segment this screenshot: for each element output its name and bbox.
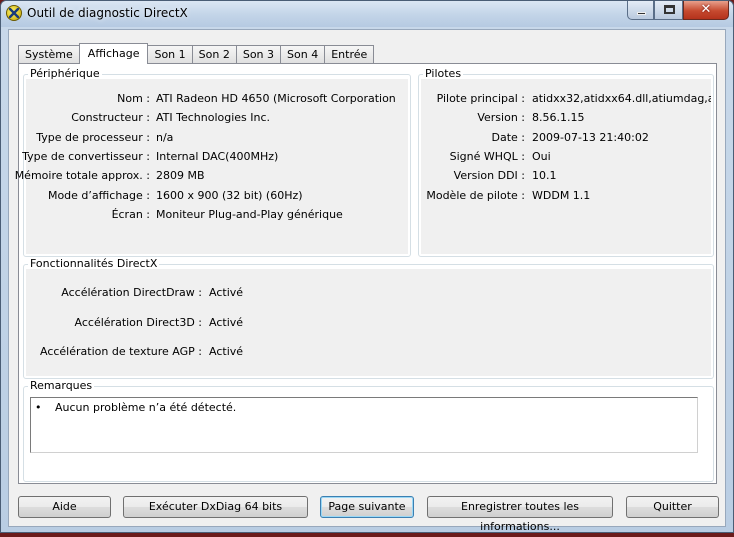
next-page-button[interactable]: Page suivante <box>320 496 414 518</box>
quit-button[interactable]: Quitter <box>626 496 719 518</box>
minimize-icon <box>637 12 646 15</box>
close-button[interactable]: ✕ <box>683 1 729 20</box>
drivers-group: Pilotes Pilote principal : atidxx32,atid… <box>418 67 714 257</box>
save-all-info-button[interactable]: Enregistrer toutes les informations... <box>427 496 613 533</box>
features-row-direct3d: Accélération Direct3D : Activé <box>74 316 244 329</box>
list-item: • Aucun problème n’a été détecté. <box>35 401 237 414</box>
device-group: Périphérique Nom : ATI Radeon HD 4650 (M… <box>14 67 411 257</box>
tab-strip: Système Affichage Son 1 Son 2 Son 3 Son … <box>18 43 375 64</box>
notes-group: Remarques • Aucun problème n’a été détect… <box>23 379 714 482</box>
help-button[interactable]: Aide <box>18 496 111 518</box>
title-bar[interactable]: Outil de diagnostic DirectX ✕ <box>1 1 733 27</box>
directx-icon <box>6 5 22 21</box>
drivers-row-whql: Signé WHQL : Oui <box>449 150 551 163</box>
device-row-dac-type: Type de convertisseur : Internal DAC(400… <box>22 150 279 163</box>
maximize-icon <box>664 5 675 14</box>
drivers-row-main-driver: Pilote principal : atidxx32,atidxx64.dll… <box>436 92 711 105</box>
features-group: Fonctionnalités DirectX Accélération Dir… <box>23 257 714 379</box>
features-row-directdraw: Accélération DirectDraw : Activé <box>61 286 244 299</box>
tab-panel-affichage: Périphérique Nom : ATI Radeon HD 4650 (M… <box>14 63 717 484</box>
device-row-memory: Mémoire totale approx. : 2809 MB <box>14 169 205 182</box>
window-title: Outil de diagnostic DirectX <box>27 6 188 20</box>
maximize-button[interactable] <box>654 1 683 20</box>
close-icon: ✕ <box>700 2 712 17</box>
tab-affichage[interactable]: Affichage <box>78 43 149 64</box>
client-area: Système Affichage Son 1 Son 2 Son 3 Son … <box>8 29 726 533</box>
drivers-row-driver-model: Modèle de pilote : WDDM 1.1 <box>426 189 591 202</box>
features-row-agp-texture: Accélération de texture AGP : Activé <box>39 345 244 358</box>
device-row-chip-type: Type de processeur : n/a <box>36 131 174 144</box>
drivers-row-date: Date : 2009-07-13 21:40:02 <box>491 131 649 144</box>
device-row-manufacturer: Constructeur : ATI Technologies Inc. <box>71 111 271 124</box>
tab-son-1[interactable]: Son 1 <box>147 45 193 63</box>
minimize-button[interactable] <box>627 1 654 20</box>
notes-group-title: Remarques <box>28 379 95 392</box>
run-64bit-button[interactable]: Exécuter DxDiag 64 bits <box>123 496 308 518</box>
tab-son-3[interactable]: Son 3 <box>235 45 282 63</box>
tab-systeme[interactable]: Système <box>18 45 80 63</box>
tab-son-2[interactable]: Son 2 <box>191 45 237 63</box>
drivers-row-version: Version : 8.56.1.15 <box>477 111 585 124</box>
device-row-name: Nom : ATI Radeon HD 4650 (Microsoft Corp… <box>117 92 396 105</box>
drivers-row-ddi-version: Version DDI : 10.1 <box>453 169 557 182</box>
tab-entree[interactable]: Entrée <box>324 45 375 63</box>
device-row-monitor: Écran : Moniteur Plug-and-Play générique <box>111 208 343 221</box>
tab-son-4[interactable]: Son 4 <box>280 45 326 63</box>
dxdiag-window: Outil de diagnostic DirectX ✕ Système Af… <box>0 0 734 533</box>
device-row-display-mode: Mode d’affichage : 1600 x 900 (32 bit) (… <box>47 189 303 202</box>
notes-textbox[interactable]: • Aucun problème n’a été détecté. <box>30 397 698 453</box>
bullet: • <box>35 401 42 414</box>
